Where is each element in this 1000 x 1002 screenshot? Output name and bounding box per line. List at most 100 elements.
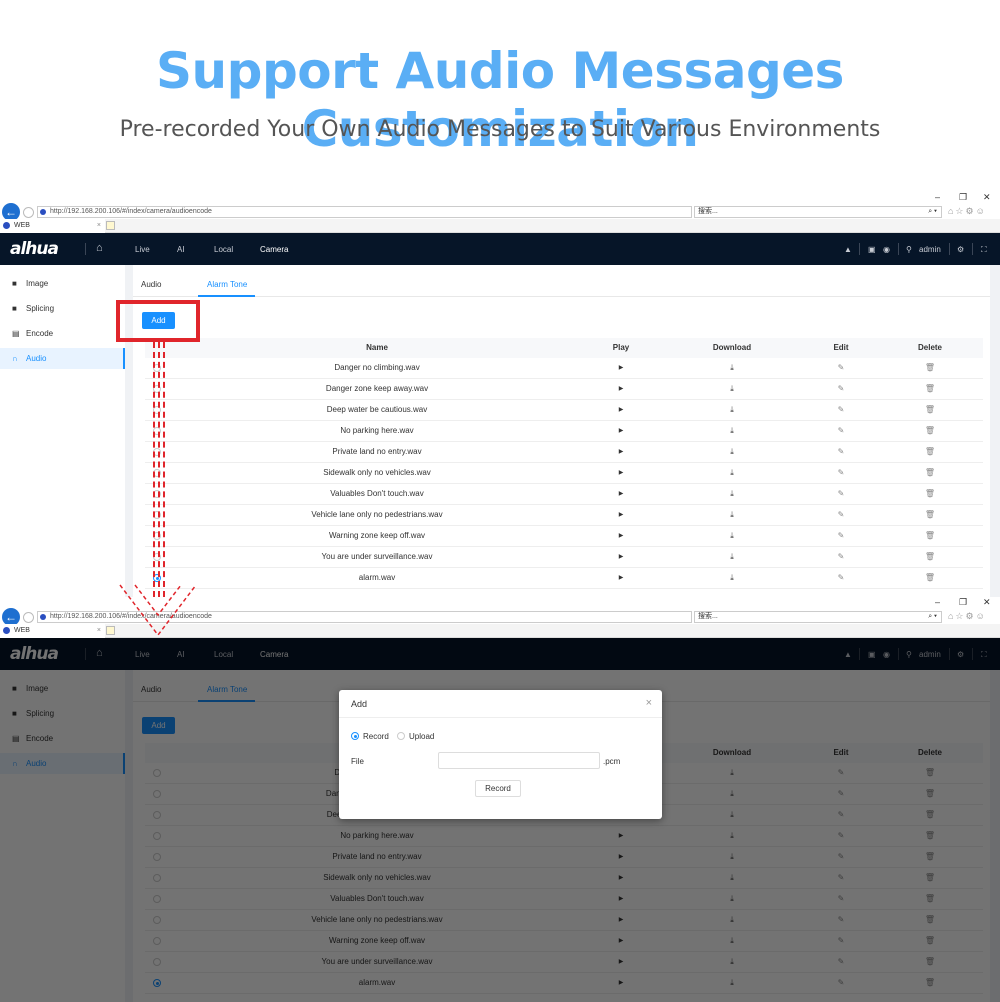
download-icon[interactable]: ⤓ xyxy=(730,400,734,420)
delete-icon[interactable]: 🗑 xyxy=(925,421,935,441)
table-row[interactable]: Danger no climbing.wav ▶ ⤓ ✎ 🗑 xyxy=(145,358,983,379)
table-row[interactable]: Vehicle lane only no pedestrians.wav ▶ ⤓ ✎ 🗑 xyxy=(145,505,983,526)
edit-icon[interactable]: ✎ xyxy=(838,379,845,399)
table-row[interactable]: Deep water be cautious.wav ▶ ⤓ ✎ 🗑 xyxy=(145,400,983,421)
option-record[interactable]: Record xyxy=(351,732,389,741)
sidebar-item-splicing[interactable]: ■ Splicing xyxy=(0,298,125,319)
url-field[interactable]: http://192.168.200.106/#/index/camera/au… xyxy=(37,206,692,218)
username[interactable]: admin xyxy=(919,245,941,254)
play-icon[interactable]: ▶ xyxy=(619,442,624,462)
forward-button[interactable] xyxy=(23,207,34,218)
sidebar-item-image[interactable]: ■ Image xyxy=(0,273,125,294)
delete-icon[interactable]: 🗑 xyxy=(925,547,935,567)
user-icon[interactable]: ⚲ xyxy=(906,245,912,254)
search-icon[interactable]: ⌕ ▾ xyxy=(928,612,937,622)
search-icon[interactable]: ⌕ ▾ xyxy=(928,207,937,217)
browser-tab[interactable]: WEB × xyxy=(0,219,105,233)
toolbar-icons[interactable]: ⌂☆⚙☺ xyxy=(948,611,987,622)
edit-icon[interactable]: ✎ xyxy=(838,442,845,462)
edit-icon[interactable]: ✎ xyxy=(838,505,845,525)
download-icon[interactable]: ⤓ xyxy=(730,484,734,504)
delete-icon[interactable]: 🗑 xyxy=(925,568,935,588)
table-row[interactable]: Valuables Don't touch.wav ▶ ⤓ ✎ 🗑 xyxy=(145,484,983,505)
browser-tab[interactable]: WEB × xyxy=(0,624,105,638)
edit-icon[interactable]: ✎ xyxy=(838,526,845,546)
download-icon[interactable]: ⤓ xyxy=(730,568,734,588)
sidebar-item-encode[interactable]: ▤ Encode xyxy=(0,323,125,344)
minimize-button[interactable]: – xyxy=(935,192,940,202)
search-field[interactable]: 搜索... ⌕ ▾ xyxy=(694,611,942,623)
new-tab-button[interactable] xyxy=(106,626,115,635)
delete-icon[interactable]: 🗑 xyxy=(925,379,935,399)
radio-button[interactable] xyxy=(397,732,405,740)
play-icon[interactable]: ▶ xyxy=(619,505,624,525)
edit-icon[interactable]: ✎ xyxy=(838,463,845,483)
play-icon[interactable]: ▶ xyxy=(619,526,624,546)
edit-icon[interactable]: ✎ xyxy=(838,358,845,378)
table-row[interactable]: Private land no entry.wav ▶ ⤓ ✎ 🗑 xyxy=(145,442,983,463)
edit-icon[interactable]: ✎ xyxy=(838,568,845,588)
table-row[interactable]: Danger zone keep away.wav ▶ ⤓ ✎ 🗑 xyxy=(145,379,983,400)
nav-local[interactable]: Local xyxy=(214,245,233,254)
new-tab-button[interactable] xyxy=(106,221,115,230)
dahua-logo[interactable]: alhua xyxy=(10,239,59,259)
table-row[interactable]: Warning zone keep off.wav ▶ ⤓ ✎ 🗑 xyxy=(145,526,983,547)
play-icon[interactable]: ▶ xyxy=(619,379,624,399)
play-icon[interactable]: ▶ xyxy=(619,484,624,504)
edit-icon[interactable]: ✎ xyxy=(838,547,845,567)
delete-icon[interactable]: 🗑 xyxy=(925,484,935,504)
sidebar-item-audio[interactable]: ∩ Audio xyxy=(0,348,125,369)
edit-icon[interactable]: ✎ xyxy=(838,400,845,420)
download-icon[interactable]: ⤓ xyxy=(730,358,734,378)
tab-audio[interactable]: Audio xyxy=(141,280,161,289)
close-button[interactable]: ✕ xyxy=(983,192,991,203)
download-icon[interactable]: ⤓ xyxy=(730,547,734,567)
option-upload[interactable]: Upload xyxy=(397,732,434,741)
toolbar-icons[interactable]: ⌂☆⚙☺ xyxy=(948,206,987,217)
restore-button[interactable]: ❐ xyxy=(959,597,967,608)
search-field[interactable]: 搜索... ⌕ ▾ xyxy=(694,206,942,218)
tab-close-icon[interactable]: × xyxy=(97,219,101,232)
nav-live[interactable]: Live xyxy=(135,245,150,254)
record-button[interactable]: Record xyxy=(475,780,521,797)
minimize-button[interactable]: – xyxy=(935,597,940,607)
home-icon[interactable]: ⌂ xyxy=(96,242,103,254)
delete-icon[interactable]: 🗑 xyxy=(925,463,935,483)
close-icon[interactable]: × xyxy=(646,697,652,709)
settings-icon[interactable]: ⚙ xyxy=(957,245,964,254)
table-row[interactable]: You are under surveillance.wav ▶ ⤓ ✎ 🗑 xyxy=(145,547,983,568)
download-icon[interactable]: ⤓ xyxy=(730,379,734,399)
play-icon[interactable]: ▶ xyxy=(619,421,624,441)
play-icon[interactable]: ▶ xyxy=(619,568,624,588)
table-row[interactable]: alarm.wav ▶ ⤓ ✎ 🗑 xyxy=(145,568,983,589)
nav-camera[interactable]: Camera xyxy=(260,245,288,254)
delete-icon[interactable]: 🗑 xyxy=(925,400,935,420)
play-icon[interactable]: ▶ xyxy=(619,547,624,567)
table-row[interactable]: No parking here.wav ▶ ⤓ ✎ 🗑 xyxy=(145,421,983,442)
delete-icon[interactable]: 🗑 xyxy=(925,442,935,462)
forward-button[interactable] xyxy=(23,612,34,623)
download-icon[interactable]: ⤓ xyxy=(730,526,734,546)
delete-icon[interactable]: 🗑 xyxy=(925,526,935,546)
radio-button[interactable] xyxy=(351,732,359,740)
table-row[interactable]: Sidewalk only no vehicles.wav ▶ ⤓ ✎ 🗑 xyxy=(145,463,983,484)
close-button[interactable]: ✕ xyxy=(983,597,991,608)
delete-icon[interactable]: 🗑 xyxy=(925,505,935,525)
tab-close-icon[interactable]: × xyxy=(97,624,101,637)
download-icon[interactable]: ⤓ xyxy=(730,505,734,525)
play-icon[interactable]: ▶ xyxy=(619,463,624,483)
delete-icon[interactable]: 🗑 xyxy=(925,358,935,378)
shirt-icon[interactable]: ▣ xyxy=(868,245,876,254)
download-icon[interactable]: ⤓ xyxy=(730,463,734,483)
nav-ai[interactable]: AI xyxy=(177,245,185,254)
file-input[interactable] xyxy=(438,752,600,769)
play-icon[interactable]: ▶ xyxy=(619,400,624,420)
bell-icon[interactable]: ▲ xyxy=(844,245,852,254)
download-icon[interactable]: ⤓ xyxy=(730,421,734,441)
download-icon[interactable]: ⤓ xyxy=(730,442,734,462)
edit-icon[interactable]: ✎ xyxy=(838,484,845,504)
restore-button[interactable]: ❐ xyxy=(959,192,967,203)
globe-icon[interactable]: ◉ xyxy=(883,245,890,254)
fullscreen-icon[interactable]: ⛶ xyxy=(981,245,987,255)
play-icon[interactable]: ▶ xyxy=(619,358,624,378)
